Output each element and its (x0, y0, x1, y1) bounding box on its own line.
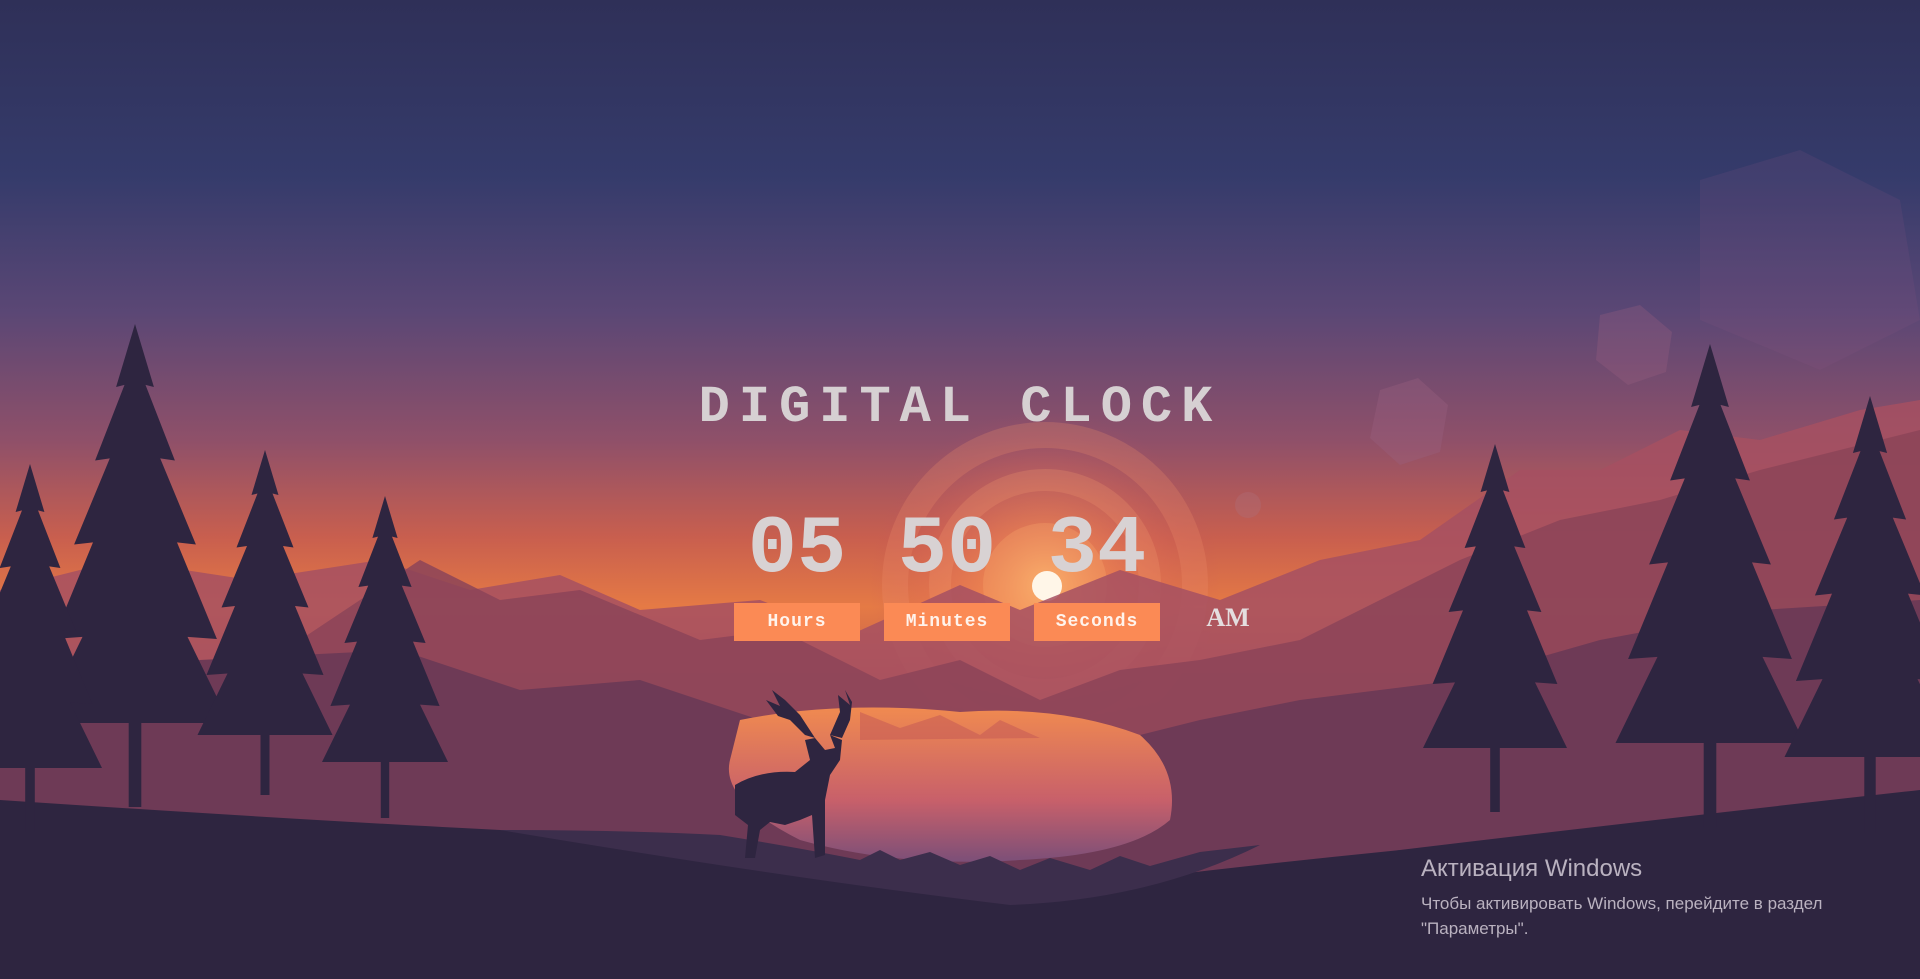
hours-unit: 05 Hours (734, 505, 860, 641)
digital-clock: DIGITAL CLOCK 05 Hours 50 Minutes 34 Sec… (0, 0, 1920, 979)
windows-activation-watermark: Активация Windows Чтобы активировать Win… (1421, 855, 1861, 941)
activation-line-2: "Параметры". (1421, 919, 1529, 938)
hours-value: 05 (747, 503, 847, 596)
activation-heading: Активация Windows (1421, 855, 1643, 882)
activation-line-1: Чтобы активировать Windows, перейдите в … (1421, 894, 1823, 913)
minutes-unit: 50 Minutes (884, 505, 1010, 641)
minutes-value: 50 (897, 503, 997, 596)
seconds-unit: 34 Seconds (1034, 505, 1160, 641)
activation-text: Чтобы активировать Windows, перейдите в … (1421, 891, 1861, 941)
clock-title: DIGITAL CLOCK (698, 378, 1222, 437)
hours-label: Hours (734, 603, 860, 641)
am-pm-indicator: AM (1206, 603, 1250, 632)
seconds-label: Seconds (1034, 603, 1160, 641)
seconds-value: 34 (1047, 503, 1147, 596)
minutes-label: Minutes (884, 603, 1010, 641)
